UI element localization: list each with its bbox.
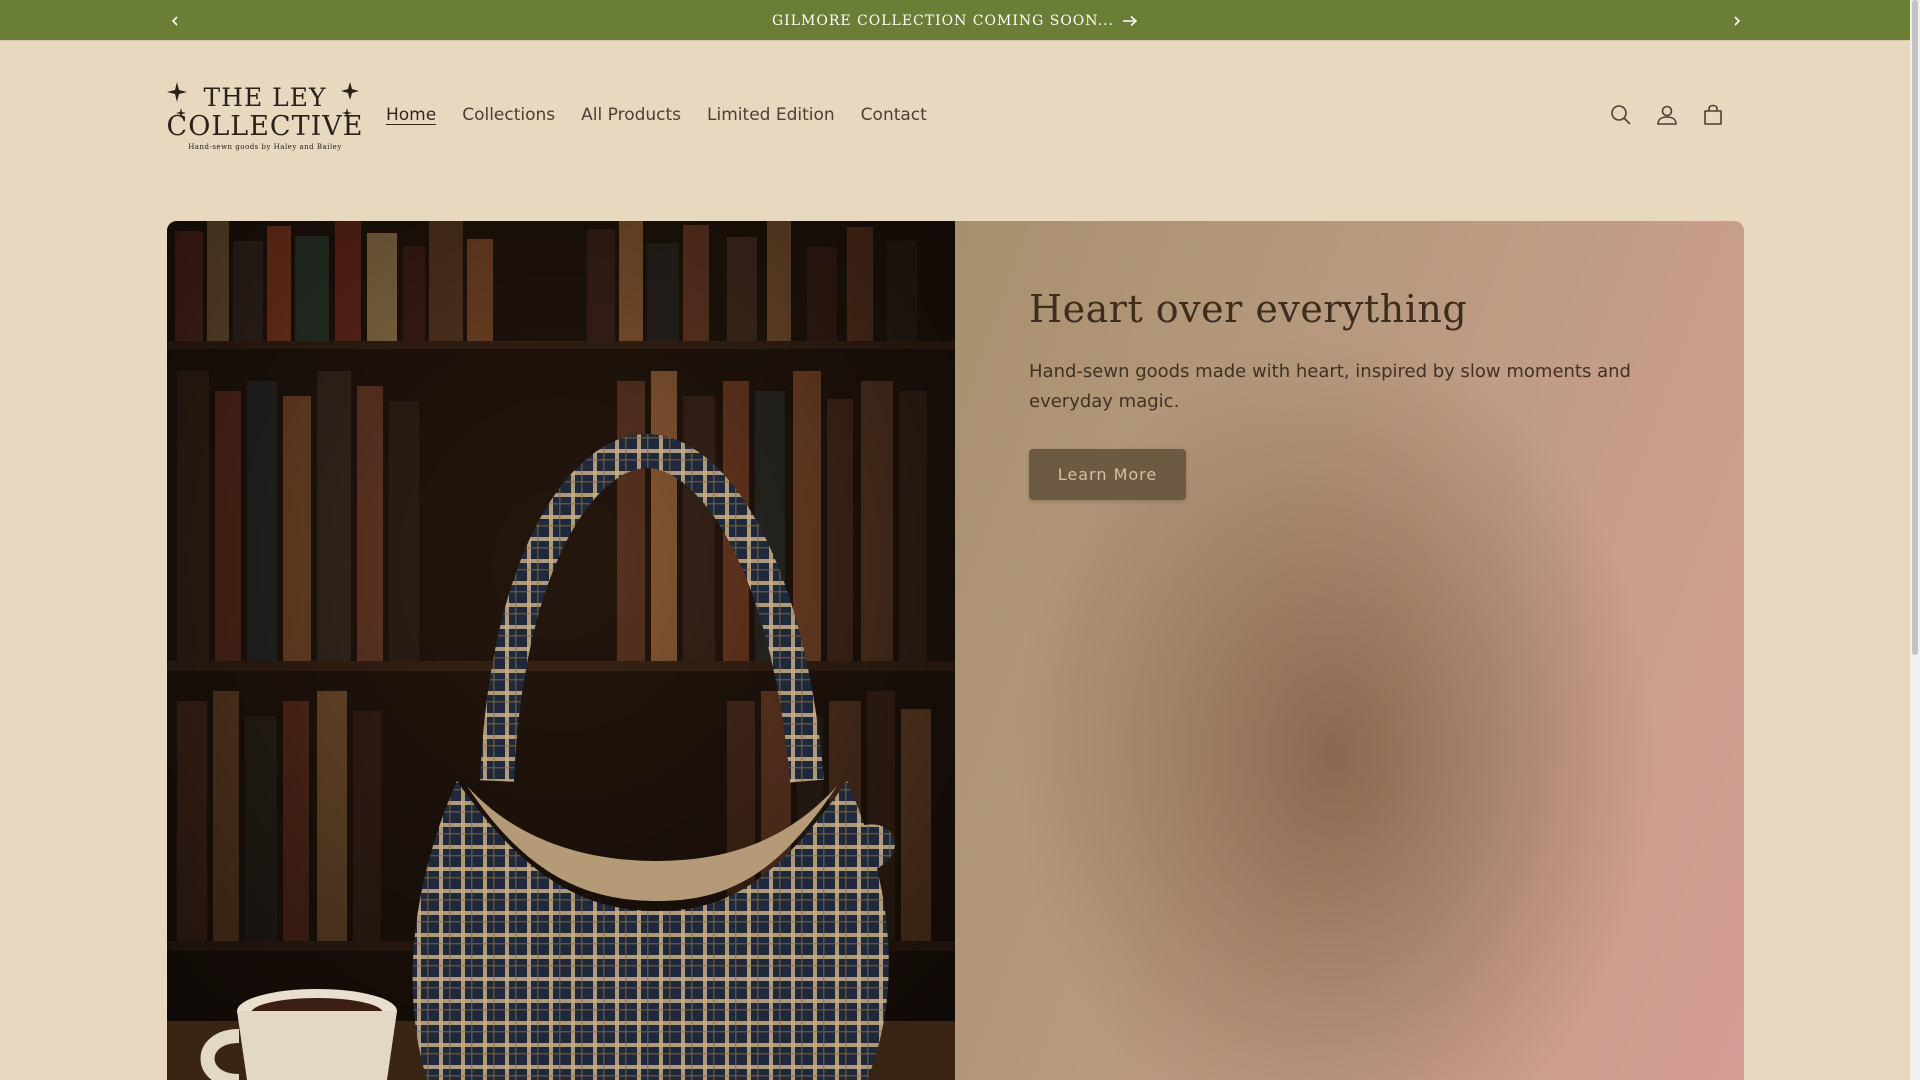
sparkle-icon [167,82,187,102]
main-nav: Home Collections All Products Limited Ed… [386,98,927,132]
nav-all-products[interactable]: All Products [581,105,681,125]
header-divider [0,40,1910,41]
logo-link[interactable]: THE LEY COLLECTIVE Hand-sewn goods by Ha… [167,78,362,154]
search-icon [1611,105,1631,125]
chevron-right-icon [1734,15,1741,26]
hero-image [167,221,955,1080]
nav-collections[interactable]: Collections [462,105,555,125]
logo-line-2: COLLECTIVE [167,111,362,142]
header-icons [1608,96,1726,134]
sparkle-icon [341,82,359,100]
cart-icon [1704,104,1722,125]
hero-description: Hand-sewn goods made with heart, inspire… [1029,361,1631,412]
hero-title: Heart over everything [1029,287,1468,331]
arrow-right-icon [1122,15,1138,26]
brand-logo: THE LEY COLLECTIVE Hand-sewn goods by Ha… [167,82,362,151]
announcement-prev-button[interactable] [155,0,195,41]
plaid-tote-bag-image [167,221,955,1080]
nav-contact[interactable]: Contact [861,105,927,125]
announcement-text: GILMORE COLLECTION COMING SOON... [772,12,1114,29]
hero-banner: Heart over everything Hand-sewn goods ma… [167,221,1744,1080]
logo-tagline: Hand-sewn goods by Haley and Bailey [188,143,342,151]
nav-limited-edition[interactable]: Limited Edition [707,105,835,125]
account-button[interactable] [1654,96,1680,134]
scrollbar-thumb[interactable] [1912,0,1918,655]
logo-line-1: THE LEY [203,83,326,112]
announcement-bar: GILMORE COLLECTION COMING SOON... [0,0,1910,41]
hero-content-panel: Heart over everything Hand-sewn goods ma… [955,221,1744,1080]
cart-button[interactable] [1700,96,1726,134]
account-icon [1657,105,1677,125]
nav-home[interactable]: Home [386,105,436,125]
search-button[interactable] [1608,96,1634,134]
learn-more-button[interactable]: Learn More [1029,449,1186,500]
announcement-link[interactable]: GILMORE COLLECTION COMING SOON... [772,13,1138,29]
announcement-next-button[interactable] [1717,0,1757,41]
chevron-left-icon [171,15,178,26]
